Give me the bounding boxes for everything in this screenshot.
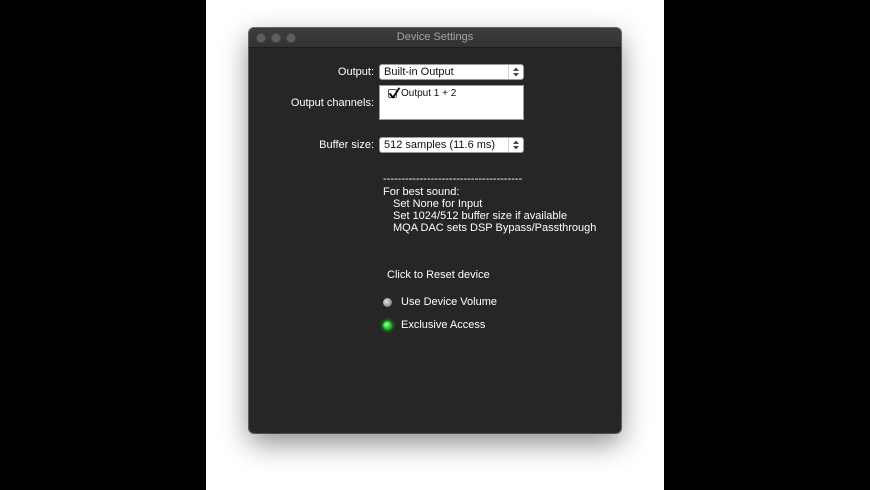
info-line: MQA DAC sets DSP Bypass/Passthrough xyxy=(393,222,597,234)
info-line: Set 1024/512 buffer size if available xyxy=(393,210,568,222)
exclusive-access-label: Exclusive Access xyxy=(401,319,486,331)
output-1-2-checkbox[interactable] xyxy=(388,87,400,99)
use-device-volume-label: Use Device Volume xyxy=(401,296,497,308)
buffer-size-value: 512 samples (11.6 ms) xyxy=(384,139,496,151)
info-heading: For best sound: xyxy=(383,186,460,198)
output-channels-list[interactable]: Output 1 + 2 xyxy=(379,85,524,120)
indicator-off-icon[interactable] xyxy=(383,298,392,307)
info-separator: -------------------------------------- xyxy=(383,173,523,185)
info-line: Set None for Input xyxy=(393,198,483,210)
output-select[interactable]: Built-in Output xyxy=(379,64,524,80)
title-bar[interactable]: Device Settings xyxy=(249,28,621,48)
buffer-size-label: Buffer size: xyxy=(319,139,374,151)
reset-device-button[interactable]: Click to Reset device xyxy=(387,269,490,281)
list-item-label: Output 1 + 2 xyxy=(401,88,457,99)
up-down-arrows-icon xyxy=(508,138,523,152)
buffer-size-select[interactable]: 512 samples (11.6 ms) xyxy=(379,137,524,153)
indicator-on-icon[interactable] xyxy=(383,321,392,330)
checkmark-icon xyxy=(389,87,400,99)
device-settings-window: Device Settings Output: Built-in Output … xyxy=(249,28,621,433)
output-channels-label: Output channels: xyxy=(290,97,374,109)
output-label: Output: xyxy=(337,66,374,78)
up-down-arrows-icon xyxy=(508,65,523,79)
window-title: Device Settings xyxy=(396,31,474,43)
output-select-value: Built-in Output xyxy=(384,66,454,78)
